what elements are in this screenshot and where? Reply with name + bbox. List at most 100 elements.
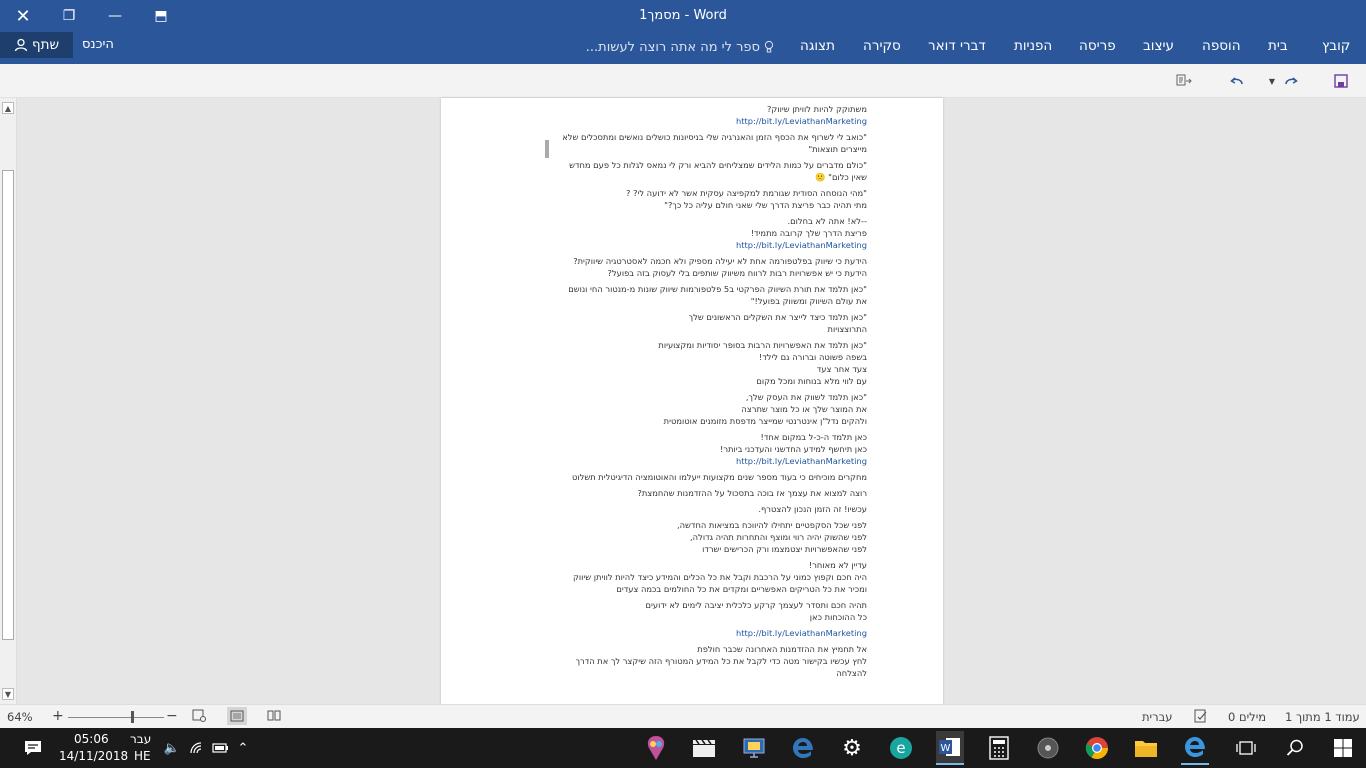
chrome-icon[interactable]: [1083, 734, 1111, 762]
tab-view[interactable]: תצוגה: [800, 35, 835, 57]
tab-mailings[interactable]: דברי דואר: [928, 35, 986, 57]
title-bar: ✕ ❐ — ⬒ מסמך1 - Word: [0, 0, 1366, 32]
document-line: ומכיר את כל הטריקים האפשריים ומקדים את כ…: [616, 584, 867, 594]
disk-utility-icon[interactable]: [1034, 734, 1062, 762]
undo-dropdown[interactable]: ▼: [1262, 72, 1282, 90]
document-line: את המוצר שלך או כל מוצר שתרצה: [741, 404, 867, 414]
tab-design[interactable]: עיצוב: [1143, 35, 1174, 57]
page-count[interactable]: עמוד 1 מתוך 1: [1285, 710, 1360, 724]
input-language-bottom[interactable]: HE: [134, 749, 151, 763]
edge-browser-icon[interactable]: [1181, 731, 1209, 765]
document-paragraph[interactable]: תהיה חכם ותסדר לעצמך קרקע כלכלית יציבה ל…: [567, 599, 867, 623]
save-button[interactable]: [1331, 72, 1351, 90]
document-paragraph[interactable]: הידעת כי שיווק בפלטפורמה אחת לא יעילה מס…: [567, 255, 867, 279]
document-body[interactable]: משתוקק להיות לוויתן שיווק? http://bit.ly/…: [562, 103, 867, 683]
zoom-level[interactable]: 64%: [7, 710, 33, 724]
presentation-app-icon[interactable]: [740, 734, 768, 762]
vertical-scrollbar[interactable]: ▲ ▼: [0, 98, 17, 704]
document-paragraph[interactable]: אל תחמיץ את ההזדמנות האחרונה שכבר חולפת ל…: [567, 643, 867, 679]
web-layout-button[interactable]: [192, 709, 206, 725]
document-line: פריצת הדרך שלך קרובה מתמיד!: [750, 228, 867, 238]
word-window: ✕ ❐ — ⬒ מסמך1 - Word שתף היכנס ספר לי מה…: [0, 0, 1366, 768]
document-line: צעד אחר צעד: [816, 364, 867, 374]
tell-me-search[interactable]: ספר לי מה אתה רוצה לעשות...: [584, 37, 774, 57]
volume-icon[interactable]: 🔈: [158, 734, 186, 762]
document-line: להצלחה: [836, 668, 867, 678]
scroll-thumb[interactable]: [2, 170, 14, 640]
document-paragraph[interactable]: עדיין לא מאוחר! היה חכם וקפוץ כמוני על הר…: [567, 559, 867, 595]
document-line: עדיין לא מאוחר!: [808, 560, 867, 570]
document-page[interactable]: משתוקק להיות לוויתן שיווק? http://bit.ly/…: [441, 98, 943, 704]
word-count[interactable]: 0 מילים: [1228, 710, 1266, 724]
document-line: לפני שהאפשרויות יצטמצמו ורק הכרישים ישרד…: [702, 544, 867, 554]
document-line: לחץ עכשיו בקישור מטה כדי לקבל את כל המיד…: [575, 656, 867, 666]
clock-date[interactable]: 14/11/2018: [59, 749, 128, 763]
document-paragraph[interactable]: משתוקק להיות לוויתן שיווק? http://bit.ly/…: [567, 103, 867, 127]
document-paragraph[interactable]: רוצה למצוא את עצמך אז בוכה בתסכול על ההז…: [567, 487, 867, 499]
document-paragraph[interactable]: "כאן תלמד את האפשרויות הרבות בסופר יסודי…: [567, 339, 867, 387]
document-paragraph[interactable]: כאן תלמד ה-כ-ל במקום אחד! כאן תיחשף למידע…: [567, 431, 867, 467]
document-paragraph[interactable]: "כאן תלמד כיצד לייצר את השקלים הראשונים …: [567, 311, 867, 335]
word-app-icon[interactable]: W: [936, 731, 964, 765]
svg-text:W: W: [941, 743, 951, 754]
document-paragraph[interactable]: "מהי הנוסחה הסודית שגורמת למקפיצה עסקית …: [567, 187, 867, 211]
sign-in-link[interactable]: היכנס: [82, 37, 114, 52]
document-line: כל ההוכחות כאן: [809, 612, 867, 622]
document-paragraph[interactable]: מחקרים מוכיחים כי בעוד מספר שנים מקצועות…: [567, 471, 867, 483]
calculator-icon[interactable]: [985, 734, 1013, 762]
zoom-slider[interactable]: [68, 717, 164, 718]
language-indicator[interactable]: עברית: [1142, 710, 1172, 724]
tab-review[interactable]: סקירה: [863, 35, 901, 57]
document-line: "כאן תלמד כיצד לייצר את השקלים הראשונים …: [688, 312, 867, 322]
print-layout-button[interactable]: [227, 707, 247, 725]
proofing-icon[interactable]: [1194, 709, 1208, 726]
windows-start-icon[interactable]: [1329, 734, 1357, 762]
input-language-top[interactable]: עבר: [130, 732, 151, 746]
margin-marker: [545, 140, 549, 158]
person-icon: [14, 38, 28, 52]
document-paragraph[interactable]: עכשיו! זה הזמן הנכון להצטרף.: [567, 503, 867, 515]
zoom-slider-thumb[interactable]: [131, 711, 134, 723]
zoom-out-button[interactable]: −: [166, 708, 178, 724]
hyperlink[interactable]: http://bit.ly/LeviathanMarketing: [567, 627, 867, 639]
paint-app-icon[interactable]: [642, 734, 670, 762]
document-paragraph[interactable]: "כאן תלמד לשווק את העסק שלך, את המוצר שלך…: [567, 391, 867, 427]
share-button[interactable]: שתף: [0, 32, 73, 58]
hyperlink[interactable]: http://bit.ly/LeviathanMarketing: [567, 455, 867, 467]
movie-maker-icon[interactable]: [690, 734, 718, 762]
tab-layout[interactable]: פריסה: [1079, 35, 1116, 57]
scroll-down-arrow[interactable]: ▼: [2, 688, 14, 700]
windows-taskbar: 05:06 14/11/2018 עבר HE 🔈 ⌃ ⚙ e W: [0, 728, 1366, 768]
document-paragraph[interactable]: לפני שכל הסקפטיים יתחילו להיווכח במציאות…: [567, 519, 867, 555]
document-paragraph[interactable]: http://bit.ly/LeviathanMarketing: [567, 627, 867, 639]
settings-gear-icon[interactable]: ⚙: [838, 734, 866, 762]
hyperlink[interactable]: http://bit.ly/LeviathanMarketing: [567, 239, 867, 251]
read-mode-button[interactable]: [267, 709, 281, 725]
document-paragraph[interactable]: "כואב לי לשרוף את הכסף הזמן והאנרגיה שלי…: [562, 131, 867, 155]
task-view-icon[interactable]: [1232, 734, 1260, 762]
scroll-up-arrow[interactable]: ▲: [2, 102, 14, 114]
document-line: עכשיו! זה הזמן הנכון להצטרף.: [758, 504, 867, 514]
search-icon[interactable]: [1281, 734, 1309, 762]
document-paragraph[interactable]: --לא! אתה לא בחלום. פריצת הדרך שלך קרובה …: [567, 215, 867, 251]
text-direction-button[interactable]: [1174, 72, 1194, 90]
edge-legacy-icon[interactable]: [789, 734, 817, 762]
e-app-icon[interactable]: e: [887, 734, 915, 762]
tab-file[interactable]: קובץ: [1322, 35, 1350, 57]
zoom-in-button[interactable]: +: [52, 708, 64, 724]
document-paragraph[interactable]: "כאן תלמד את תורת השיווק הפרקטי ב5 פלטפו…: [567, 283, 867, 307]
document-paragraph[interactable]: "כולם מדברים על כמות הלידים שמצליחים להב…: [567, 159, 867, 183]
action-center-icon[interactable]: [19, 734, 47, 762]
document-line: מתי תהיה כבר פריצת הדרך שלי שאני חולם על…: [664, 200, 867, 210]
undo-button[interactable]: [1227, 72, 1247, 90]
redo-button[interactable]: [1281, 72, 1301, 90]
tab-references[interactable]: הפניות: [1014, 35, 1052, 57]
tab-home[interactable]: בית: [1268, 35, 1288, 57]
tab-insert[interactable]: הוספה: [1202, 35, 1241, 57]
clock-time[interactable]: 05:06: [74, 732, 109, 746]
file-explorer-icon[interactable]: [1132, 734, 1160, 762]
chevron-up-icon[interactable]: ⌃: [229, 734, 257, 762]
document-line: שאין כלום" 🙁: [815, 172, 867, 182]
document-line: כאן תלמד ה-כ-ל במקום אחד!: [760, 432, 868, 442]
hyperlink[interactable]: http://bit.ly/LeviathanMarketing: [567, 115, 867, 127]
